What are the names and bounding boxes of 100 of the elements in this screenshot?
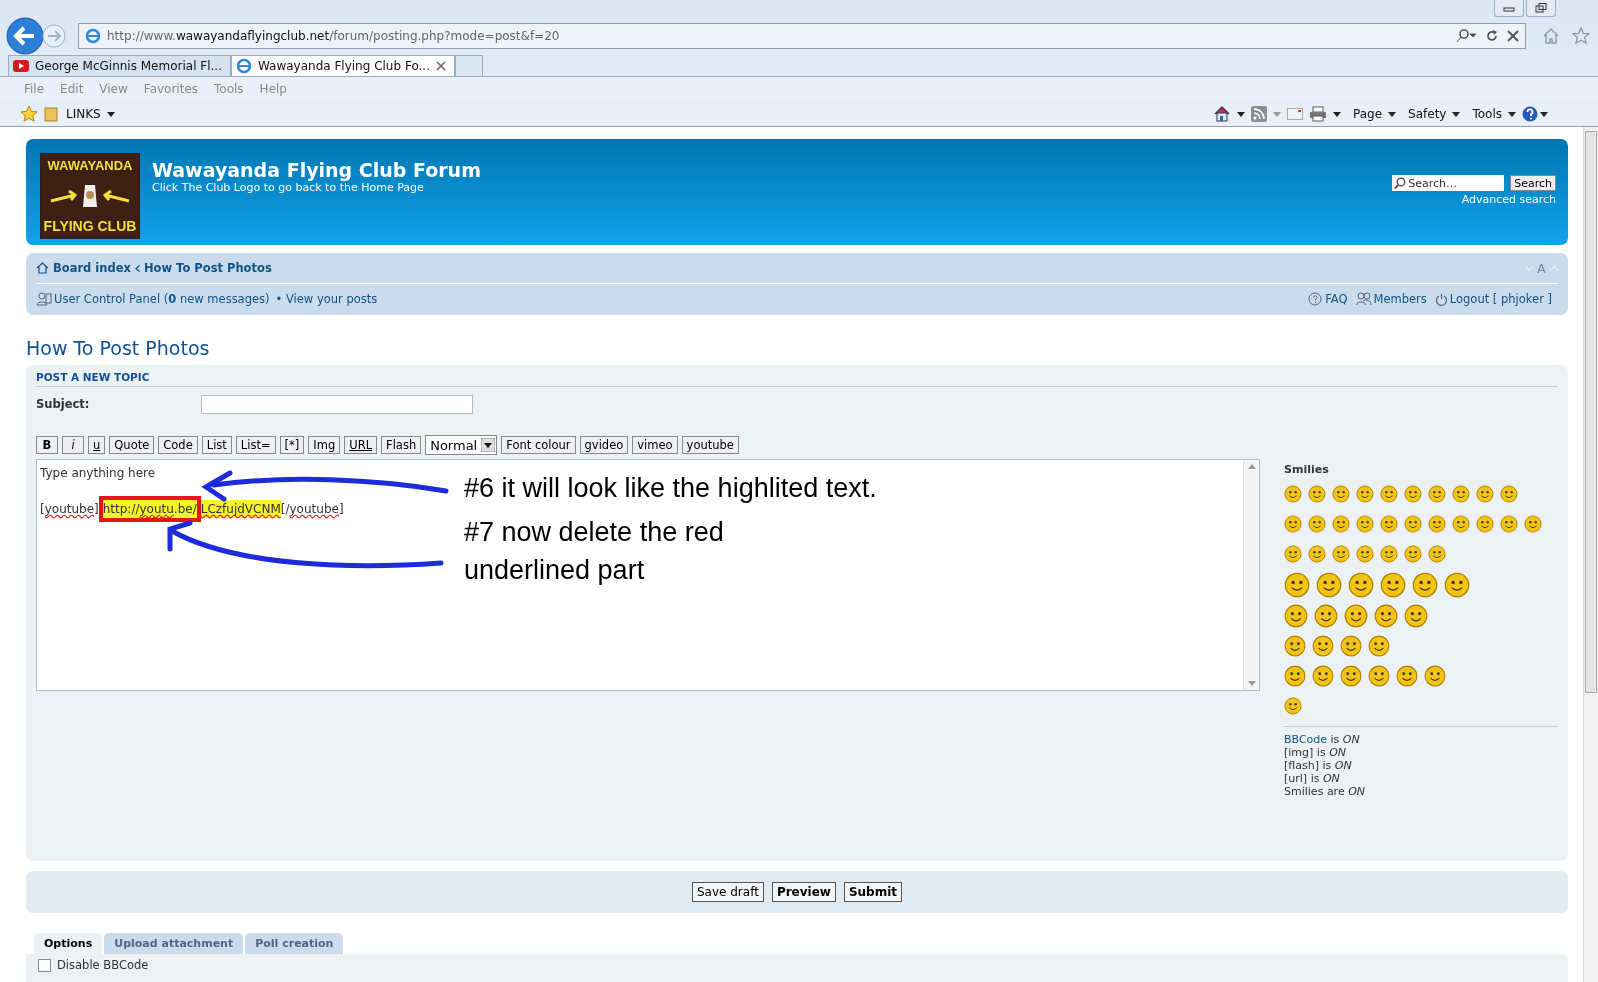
- command-menu[interactable]: Safety: [1408, 107, 1447, 121]
- option-tab[interactable]: Options: [34, 933, 103, 954]
- smiley-icon[interactable]: [1312, 635, 1334, 657]
- search-icon[interactable]: [1455, 29, 1477, 43]
- smiley-icon[interactable]: [1332, 545, 1350, 563]
- form-button[interactable]: Submit: [843, 882, 903, 902]
- smiley-icon[interactable]: [1428, 485, 1446, 503]
- form-button[interactable]: Preview: [771, 882, 836, 902]
- search-button[interactable]: Search: [1510, 175, 1556, 191]
- feed-icon[interactable]: [1251, 106, 1267, 122]
- address-bar[interactable]: http://www.wawayandaflyingclub.net/forum/posting.php?mode=post&f=20: [78, 23, 1526, 49]
- smiley-icon[interactable]: [1284, 515, 1302, 533]
- view-posts-link[interactable]: • View your posts: [275, 292, 378, 306]
- format-button[interactable]: i: [62, 436, 84, 454]
- smiley-icon[interactable]: [1284, 635, 1306, 657]
- nav-link[interactable]: Logout [ phjoker ]: [1449, 292, 1552, 306]
- smiley-icon[interactable]: [1284, 485, 1302, 503]
- smiley-icon[interactable]: [1368, 635, 1390, 657]
- format-button[interactable]: List: [201, 436, 232, 454]
- club-logo[interactable]: WAWAYANDA FLYING CLUB: [40, 153, 140, 239]
- command-menu[interactable]: Page: [1353, 107, 1383, 121]
- checkbox[interactable]: [38, 958, 51, 972]
- smiley-icon[interactable]: [1348, 572, 1374, 598]
- format-button[interactable]: gvideo: [579, 436, 629, 454]
- smiley-icon[interactable]: [1500, 485, 1518, 503]
- breadcrumb-link[interactable]: Board index: [53, 261, 131, 275]
- caret-icon[interactable]: [1508, 111, 1516, 117]
- smiley-icon[interactable]: [1308, 485, 1326, 503]
- smiley-icon[interactable]: [1284, 545, 1302, 563]
- smiley-icon[interactable]: [1308, 545, 1326, 563]
- scrollbar[interactable]: [1243, 460, 1259, 690]
- format-button[interactable]: vimeo: [632, 436, 678, 454]
- caret-icon[interactable]: [1388, 111, 1397, 117]
- option-tab[interactable]: Upload attachment: [104, 933, 244, 954]
- scroll-down-icon[interactable]: [1247, 681, 1256, 686]
- smiley-icon[interactable]: [1356, 545, 1374, 563]
- browser-tab[interactable]: Wawayanda Flying Club Fo...: [231, 55, 455, 76]
- nav-link[interactable]: FAQ: [1325, 292, 1348, 306]
- smiley-icon[interactable]: [1314, 604, 1338, 628]
- smiley-icon[interactable]: [1476, 515, 1494, 533]
- smiley-icon[interactable]: [1404, 545, 1422, 563]
- smiley-icon[interactable]: [1424, 665, 1446, 687]
- smiley-icon[interactable]: [1312, 665, 1334, 687]
- nav-link[interactable]: Members: [1373, 292, 1427, 306]
- smiley-icon[interactable]: [1380, 515, 1398, 533]
- font-size-select[interactable]: Normal: [425, 435, 498, 455]
- mail-icon[interactable]: [1287, 108, 1303, 120]
- format-button[interactable]: List=: [235, 436, 276, 454]
- smiley-icon[interactable]: [1524, 515, 1542, 533]
- scroll-up-icon[interactable]: [1247, 464, 1256, 469]
- close-icon[interactable]: [435, 61, 446, 71]
- smiley-icon[interactable]: [1368, 665, 1390, 687]
- smiley-icon[interactable]: [1344, 604, 1368, 628]
- smiley-icon[interactable]: [1308, 515, 1326, 533]
- format-button[interactable]: Flash: [381, 436, 422, 454]
- smiley-icon[interactable]: [1396, 665, 1418, 687]
- format-button[interactable]: [*]: [279, 436, 305, 454]
- star-icon[interactable]: [1572, 27, 1590, 45]
- caret-icon[interactable]: [1333, 111, 1341, 117]
- smiley-icon[interactable]: [1356, 485, 1374, 503]
- breadcrumb-link[interactable]: How To Post Photos: [143, 261, 272, 275]
- smiley-icon[interactable]: [1340, 665, 1362, 687]
- smiley-icon[interactable]: [1284, 572, 1310, 598]
- smiley-icon[interactable]: [1380, 545, 1398, 563]
- subject-field[interactable]: [201, 394, 473, 414]
- smiley-icon[interactable]: [1340, 635, 1362, 657]
- format-button[interactable]: Code: [158, 436, 198, 454]
- format-button[interactable]: u: [88, 436, 106, 454]
- refresh-icon[interactable]: [1485, 29, 1499, 43]
- favorites-folder[interactable]: LINKS: [66, 107, 101, 121]
- advanced-search-link[interactable]: Advanced search: [1461, 193, 1556, 206]
- format-button[interactable]: URL: [344, 436, 378, 454]
- smiley-icon[interactable]: [1332, 485, 1350, 503]
- command-menu[interactable]: Tools: [1472, 107, 1502, 121]
- smiley-icon[interactable]: [1428, 545, 1446, 563]
- restore-icon[interactable]: [1526, 0, 1556, 17]
- smiley-icon[interactable]: [1428, 515, 1446, 533]
- format-button[interactable]: Font colour: [501, 436, 576, 454]
- smiley-icon[interactable]: [1380, 572, 1406, 598]
- caret-icon[interactable]: [1452, 111, 1461, 117]
- smiley-icon[interactable]: [1404, 485, 1422, 503]
- format-button[interactable]: youtube: [681, 436, 739, 454]
- smiley-icon[interactable]: [1284, 697, 1302, 715]
- format-button[interactable]: B: [36, 436, 58, 454]
- close-icon[interactable]: [1507, 30, 1519, 42]
- option-tab[interactable]: Poll creation: [245, 933, 344, 954]
- smiley-icon[interactable]: [1404, 604, 1428, 628]
- scrollbar[interactable]: [1583, 127, 1598, 982]
- user-control-panel-link[interactable]: User Control Panel (0 new messages): [54, 292, 270, 306]
- format-button[interactable]: Quote: [109, 436, 155, 454]
- smiley-icon[interactable]: [1284, 665, 1306, 687]
- star-icon[interactable]: [20, 105, 38, 123]
- smiley-icon[interactable]: [1452, 515, 1470, 533]
- browser-tab[interactable]: George McGinnis Memorial Fl...: [8, 55, 231, 76]
- smiley-icon[interactable]: [1404, 515, 1422, 533]
- smiley-icon[interactable]: [1380, 485, 1398, 503]
- form-button[interactable]: Save draft: [691, 882, 764, 902]
- smiley-icon[interactable]: [1356, 515, 1374, 533]
- smiley-icon[interactable]: [1374, 604, 1398, 628]
- smiley-icon[interactable]: [1412, 572, 1438, 598]
